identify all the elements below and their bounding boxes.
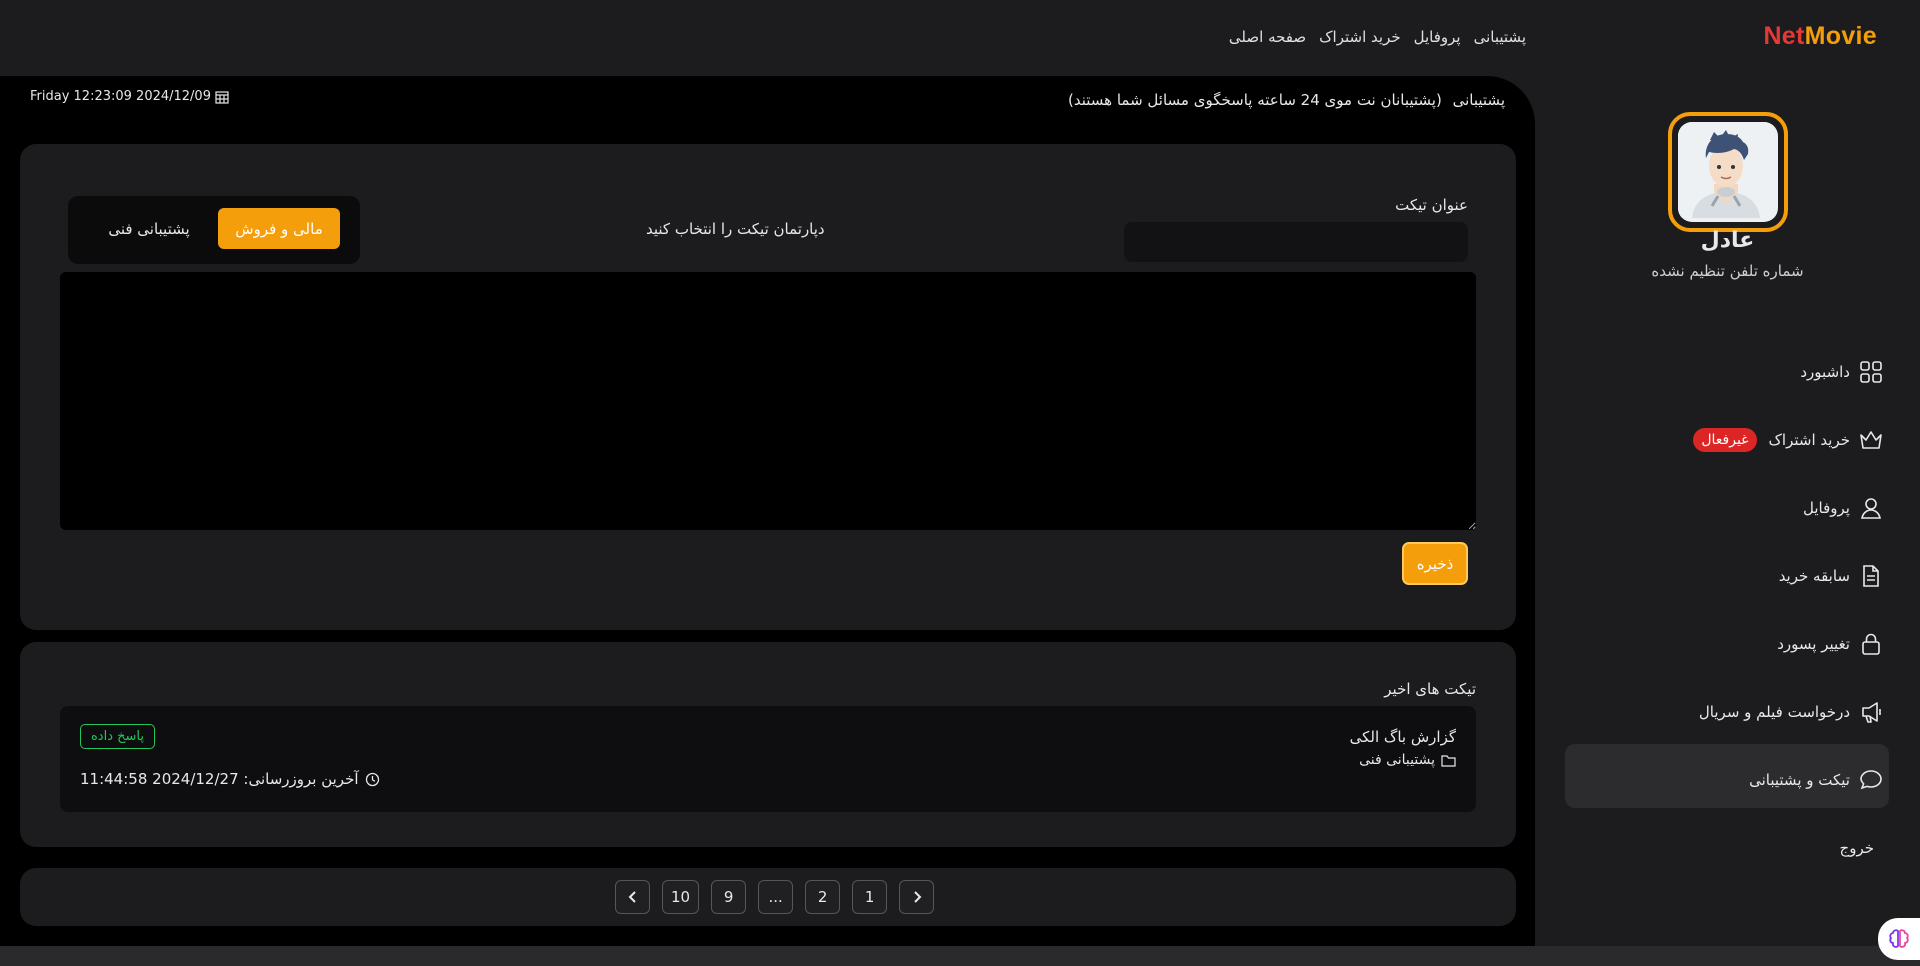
top-nav: صفحه اصلی خرید اشتراک پروفایل پشتیبانی [1229,28,1526,46]
ticket-department-text: پشتیبانی فنی [1359,752,1435,768]
sidebar-item-label: سابقه خرید [1778,567,1850,585]
sidebar-item-purchase-history[interactable]: سابقه خرید [1779,552,1884,600]
ticket-message-textarea[interactable] [60,272,1476,530]
topnav-profile[interactable]: پروفایل [1414,28,1461,46]
sidebar-item-tickets[interactable]: تیکت و پشتیبانی [1749,756,1884,804]
sidebar-item-label: تغییر پسورد [1777,635,1850,653]
recent-tickets-card: تیکت های اخیر گزارش باگ الکی پشتیبانی فن… [20,642,1516,847]
logo[interactable]: NetMovie [1763,22,1877,51]
clock-icon [365,772,379,786]
department-technical-button[interactable]: پشتیبانی فنی [88,208,210,249]
grid-icon [1860,361,1882,383]
pagination-page[interactable]: 2 [805,880,841,914]
sidebar-item-label: خرید اشتراک [1768,431,1851,449]
user-phone: شماره تلفن تنظیم نشده [1651,262,1804,280]
chevron-left-icon [628,891,636,903]
sidebar-item-change-password[interactable]: تغییر پسورد [1777,620,1884,668]
datetime: Friday 12:23:09 2024/12/09 [30,89,229,104]
sidebar-item-request-movie[interactable]: درخواست فیلم و سریال [1699,688,1884,736]
avatar-illustration [1678,122,1774,218]
department-label: دپارتمان تیکت را انتخاب کنید [646,220,825,238]
sidebar-item-subscription[interactable]: خرید اشتراک غیرفعال [1693,416,1884,464]
pagination-prev-button[interactable] [615,880,650,914]
recent-tickets-title: تیکت های اخیر [1384,680,1476,698]
lock-icon [1862,633,1880,655]
folder-icon [1441,754,1456,767]
chevron-right-icon [913,891,922,903]
inactive-badge: غیرفعال [1693,428,1757,452]
datetime-text: Friday 12:23:09 2024/12/09 [30,89,211,104]
chat-icon [1860,770,1882,790]
logo-movie: Movie [1804,22,1877,50]
crown-icon [1860,431,1882,449]
pagination-card: 10 9 ... 2 1 [20,868,1516,926]
sidebar: عادل شماره تلفن تنظیم نشده داشبورد خرید … [1535,76,1920,946]
sidebar-item-label: داشبورد [1800,363,1850,381]
avatar-image [1678,122,1778,222]
main-panel: Friday 12:23:09 2024/12/09 پشتیبانی (پشت… [0,76,1535,946]
bottom-strip [0,946,1920,966]
ticket-updated-text: آخرین بروزرسانی: 2024/12/27 11:44:58 [80,770,359,788]
sidebar-item-label: تیکت و پشتیبانی [1749,771,1850,789]
department-finance-button[interactable]: مالی و فروش [218,208,340,249]
page-subtitle: (پشتیبانان نت موی 24 ساعته پاسخگوی مسائل… [1068,91,1442,109]
top-bar: NetMovie صفحه اصلی خرید اشتراک پروفایل پ… [0,0,1920,76]
ticket-department: پشتیبانی فنی [1359,752,1456,768]
page-header: پشتیبانی (پشتیبانان نت موی 24 ساعته پاسخ… [1068,91,1505,109]
sidebar-item-profile[interactable]: پروفایل [1803,484,1884,532]
pagination-next-button[interactable] [899,880,935,914]
pagination-page[interactable]: 10 [662,880,700,914]
logo-net: Net [1763,22,1805,50]
sidebar-item-label: خروج [1839,839,1874,857]
megaphone-icon [1862,702,1881,723]
avatar[interactable] [1668,112,1788,232]
pagination: 10 9 ... 2 1 [615,880,935,914]
ticket-updated: آخرین بروزرسانی: 2024/12/27 11:44:58 [80,770,380,788]
topnav-subscription[interactable]: خرید اشتراک [1319,28,1401,46]
topnav-home[interactable]: صفحه اصلی [1229,28,1306,46]
brain-icon [1889,929,1909,948]
page-title: پشتیبانی [1452,91,1505,109]
pagination-page[interactable]: 1 [852,880,888,914]
new-ticket-card: عنوان تیکت دپارتمان تیکت را انتخاب کنید … [20,144,1516,630]
ticket-subject: گزارش باگ الکی [1349,728,1456,746]
sidebar-item-logout[interactable]: خروج [1840,824,1874,872]
pagination-page[interactable]: 9 [711,880,747,914]
status-badge: پاسخ داده [80,724,155,749]
topnav-support[interactable]: پشتیبانی [1474,28,1526,46]
ticket-row[interactable]: گزارش باگ الکی پشتیبانی فنی پاسخ داده آخ… [60,706,1476,812]
user-icon [1861,498,1881,519]
sidebar-item-label: پروفایل [1803,499,1850,517]
save-button[interactable]: ذخیره [1402,542,1468,585]
pagination-ellipsis: ... [758,880,794,914]
department-toggle: مالی و فروش پشتیبانی فنی [68,196,360,264]
calendar-icon [215,90,229,104]
ticket-title-label: عنوان تیکت [1395,196,1468,214]
floating-helper-button[interactable] [1878,918,1920,960]
sidebar-item-dashboard[interactable]: داشبورد [1800,348,1884,396]
ticket-title-input[interactable] [1124,222,1468,262]
username: عادل [1700,228,1755,253]
document-icon [1863,565,1879,587]
sidebar-item-label: درخواست فیلم و سریال [1698,703,1850,721]
